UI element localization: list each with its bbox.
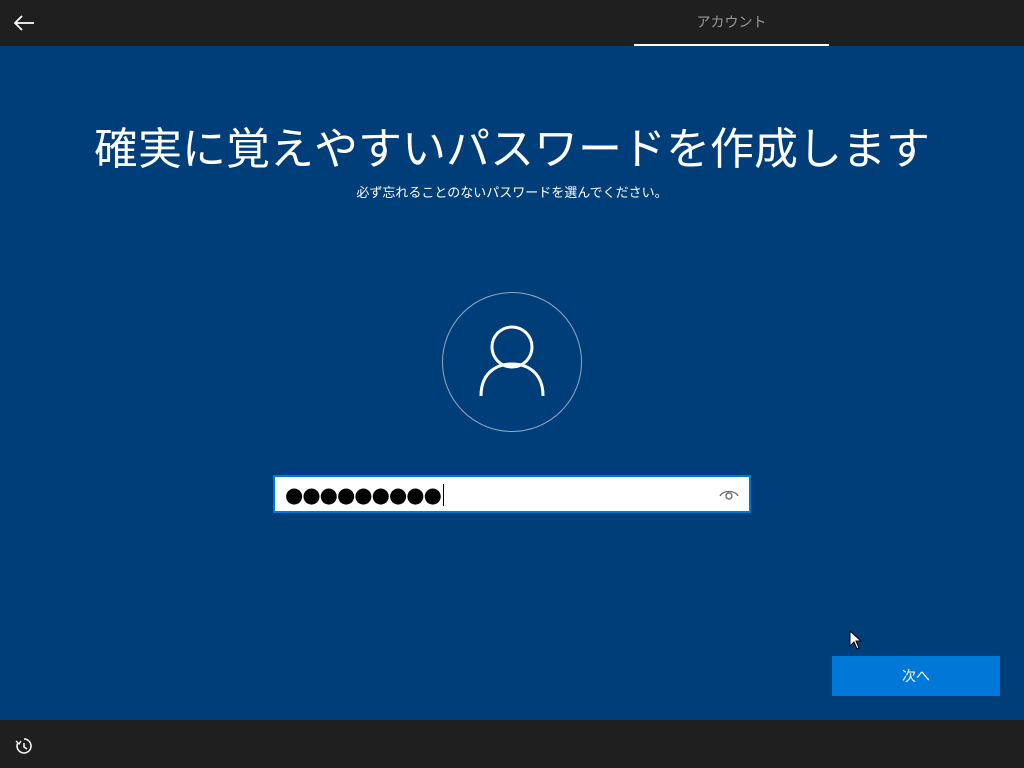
ease-of-access-button[interactable]: [12, 734, 36, 758]
user-icon: [479, 325, 545, 397]
back-button[interactable]: [8, 8, 40, 38]
next-button[interactable]: 次へ: [832, 656, 1000, 696]
page-subtitle: 必ず忘れることのないパスワードを選んでください。: [356, 186, 668, 201]
reveal-password-button[interactable]: [715, 481, 743, 507]
password-input[interactable]: ●●●●●●●●●: [285, 482, 444, 508]
back-arrow-icon: [13, 15, 34, 31]
avatar: [442, 292, 582, 432]
text-caret: [442, 484, 444, 506]
eye-icon: [719, 490, 739, 500]
bottom-bar: [0, 720, 1024, 768]
password-field[interactable]: ●●●●●●●●●: [273, 475, 751, 513]
ease-of-access-icon: [15, 738, 32, 754]
oobe-screen: アカウント 確実に覚えやすいパスワードを作成します 必ず忘れることのないパスワー…: [0, 0, 1024, 768]
page-title: 確実に覚えやすいパスワードを作成します: [94, 124, 930, 175]
password-masked-value: ●●●●●●●●●: [285, 483, 442, 507]
top-bar: アカウント: [0, 0, 1024, 46]
mouse-pointer-icon: [849, 630, 863, 650]
tab-account[interactable]: アカウント: [634, 0, 829, 46]
